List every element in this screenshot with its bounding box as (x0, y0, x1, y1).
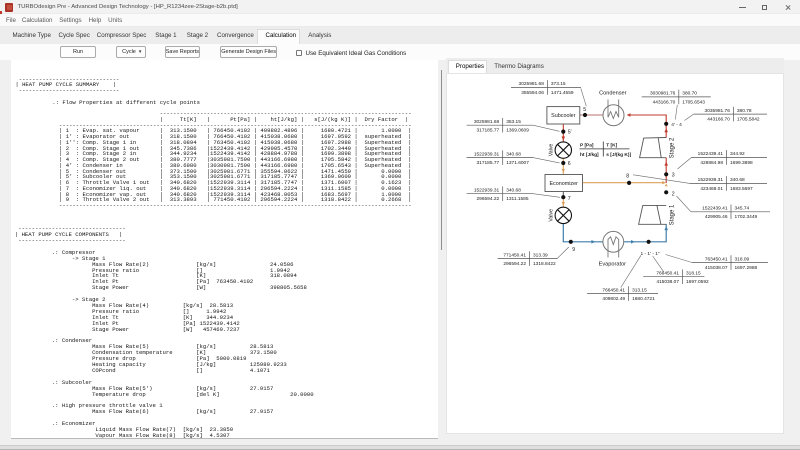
svg-text:1318.8422: 1318.8422 (533, 261, 556, 267)
svg-text:429905.46: 429905.46 (705, 214, 728, 220)
svg-text:1522939.31: 1522939.31 (698, 177, 724, 183)
svg-text:1369.0609: 1369.0609 (506, 128, 529, 134)
svg-text:Economizer: Economizer (549, 181, 578, 187)
svg-text:380.78: 380.78 (737, 108, 752, 114)
svg-text:1699.3898: 1699.3898 (730, 160, 753, 166)
svg-text:s [J/(kg K)]: s [J/(kg K)] (606, 152, 631, 158)
svg-text:5: 5 (583, 107, 586, 113)
svg-text:340.68: 340.68 (506, 151, 521, 157)
svg-text:3030981.76: 3030981.76 (650, 91, 676, 97)
svg-text:409802.49: 409802.49 (602, 296, 625, 302)
svg-text:1680.4721: 1680.4721 (632, 296, 655, 302)
svg-text:3025981.68: 3025981.68 (474, 119, 500, 125)
svg-text:317185.77: 317185.77 (477, 128, 500, 134)
svg-text:1522939.31: 1522939.31 (474, 188, 500, 194)
svg-text:423468.01: 423468.01 (700, 186, 723, 192)
svg-text:443166.70: 443166.70 (653, 99, 676, 105)
svg-text:1522939.31: 1522939.31 (474, 151, 500, 157)
svg-text:3025981.68: 3025981.68 (519, 81, 545, 87)
svg-text:318.15: 318.15 (686, 271, 701, 277)
svg-text:1683.5697: 1683.5697 (730, 186, 753, 192)
svg-text:P [Pa]: P [Pa] (580, 143, 594, 149)
svg-text:353.15: 353.15 (506, 119, 521, 125)
svg-text:443166.70: 443166.70 (707, 117, 730, 123)
svg-text:Stage 1: Stage 1 (670, 204, 676, 225)
svg-text:313.39: 313.39 (533, 252, 548, 258)
svg-text:8: 8 (626, 174, 629, 180)
svg-text:1371.6007: 1371.6007 (506, 160, 529, 166)
svg-text:340.68: 340.68 (506, 188, 521, 194)
svg-text:1705.6543: 1705.6543 (682, 99, 705, 105)
svg-text:1 - 1′ - 1″: 1 - 1′ - 1″ (641, 251, 660, 257)
svg-text:1697.0592: 1697.0592 (686, 279, 709, 285)
svg-text:2: 2 (672, 192, 675, 198)
svg-text:3: 3 (672, 172, 675, 178)
svg-text:1702.3449: 1702.3449 (735, 214, 758, 220)
svg-text:313.15: 313.15 (632, 287, 647, 293)
svg-text:318.09: 318.09 (735, 256, 750, 262)
svg-text:766450.41: 766450.41 (656, 271, 679, 277)
svg-text:Valve: Valve (549, 209, 555, 222)
svg-text:1522439.41: 1522439.41 (698, 151, 724, 157)
svg-text:T [K]: T [K] (606, 143, 617, 149)
svg-text:9: 9 (572, 247, 575, 253)
svg-text:4′ - 4: 4′ - 4 (671, 122, 682, 128)
svg-text:355594.06: 355594.06 (521, 90, 544, 96)
svg-text:771450.41: 771450.41 (503, 252, 526, 258)
svg-text:344.92: 344.92 (730, 151, 745, 157)
svg-text:345.74: 345.74 (735, 206, 750, 212)
svg-text:1311.1585: 1311.1585 (506, 196, 529, 202)
svg-text:7: 7 (568, 196, 571, 202)
svg-text:380.70: 380.70 (682, 91, 697, 97)
svg-text:Condenser: Condenser (599, 91, 627, 97)
svg-text:1471.4559: 1471.4559 (551, 90, 574, 96)
svg-text:373.15: 373.15 (551, 81, 566, 87)
svg-text:Subcooler: Subcooler (551, 113, 575, 119)
svg-text:1697.2988: 1697.2988 (735, 265, 758, 271)
svg-text:296594.22: 296594.22 (503, 261, 526, 267)
svg-text:6: 6 (568, 161, 571, 167)
svg-text:296594.22: 296594.22 (477, 196, 500, 202)
svg-text:Valve: Valve (549, 144, 555, 157)
svg-text:3035981.76: 3035981.76 (705, 108, 731, 114)
svg-text:317185.77: 317185.77 (477, 160, 500, 166)
svg-text:415038.07: 415038.07 (656, 279, 679, 285)
svg-text:1522439.41: 1522439.41 (702, 206, 728, 212)
svg-text:766450.41: 766450.41 (602, 287, 625, 293)
svg-text:5′: 5′ (568, 130, 572, 136)
svg-text:Evaporator: Evaporator (599, 262, 626, 268)
svg-text:340.68: 340.68 (730, 177, 745, 183)
svg-text:ht [J/kg]: ht [J/kg] (580, 152, 599, 158)
svg-text:415038.07: 415038.07 (705, 265, 728, 271)
svg-text:763450.41: 763450.41 (705, 256, 728, 262)
svg-text:Stage 2: Stage 2 (670, 137, 676, 158)
svg-text:428884.98: 428884.98 (700, 160, 723, 166)
svg-text:1705.5842: 1705.5842 (737, 117, 760, 123)
